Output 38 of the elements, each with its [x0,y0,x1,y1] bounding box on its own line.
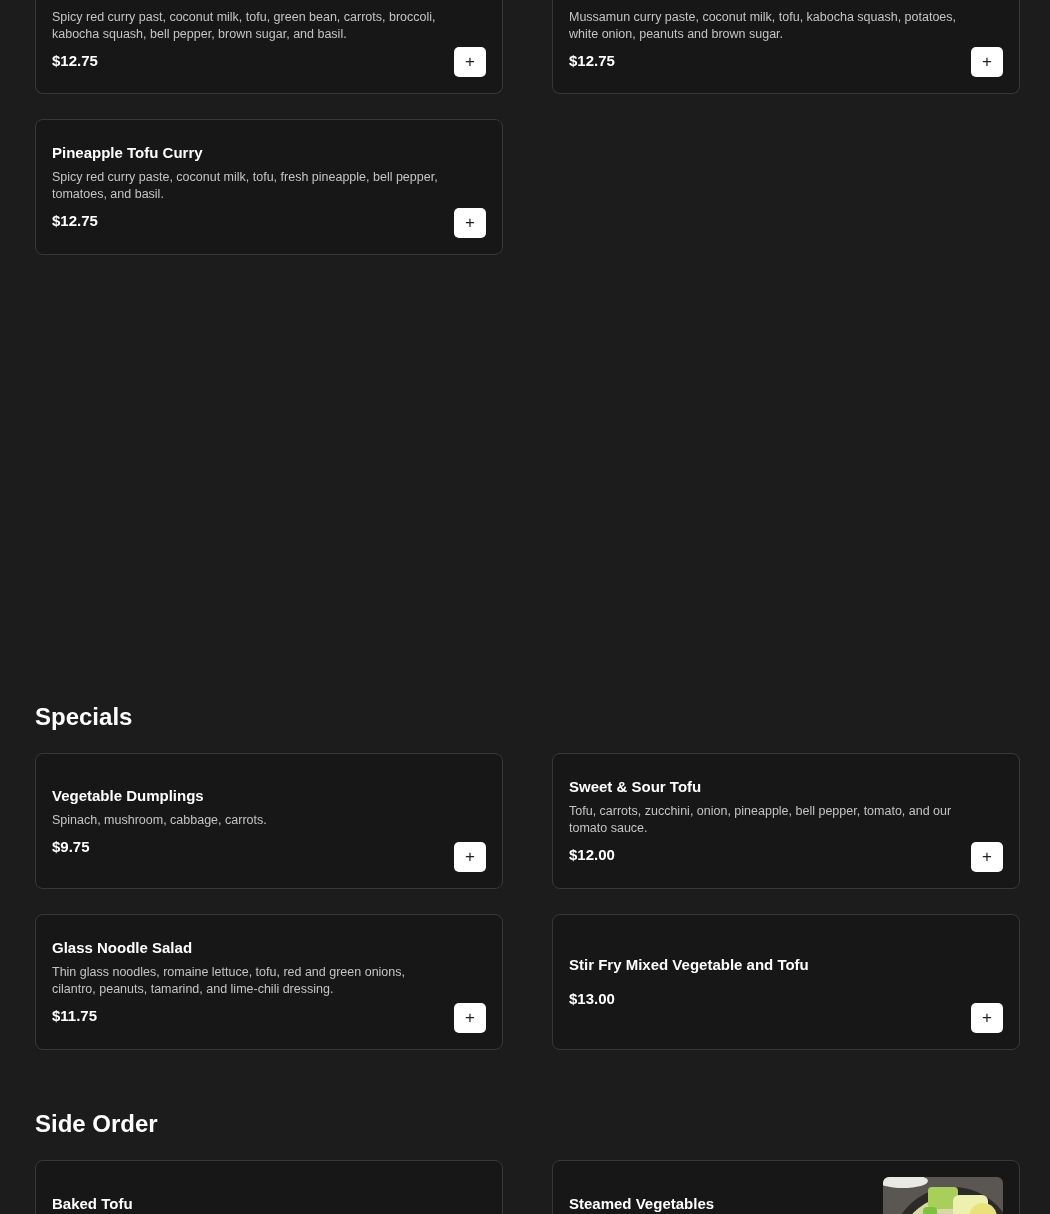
add-button[interactable]: + [454,208,486,238]
item-description: Thin glass noodles, romaine lettuce, tofu, red and green onions, cilantro, peanuts, tamarind, and lime-chili dressing. [52,964,406,998]
menu-card[interactable]: Pineapple Tofu Curry Spicy red curry paste, coconut milk, tofu, fresh pineapple, bell pepper, tomatoes, and basil. $12.75 + [35,119,503,255]
section-title: Side Order [35,1109,159,1139]
item-price: $12.75 [52,211,99,231]
menu-card[interactable]: Glass Noodle Salad Thin glass noodles, romaine lettuce, tofu, red and green onions, cilantro, peanuts, tamarind, and lime-chili dressing. $11.75 + [35,914,503,1050]
item-description: Mussamun curry paste, coconut milk, tofu, kabocha squash, potatoes, white onion, peanuts and brown sugar. [569,9,957,43]
item-description: Spicy red curry paste, coconut milk, tofu, fresh pineapple, bell pepper, tomatoes, and basil. [52,169,439,203]
menu-card[interactable]: Vegetable Dumplings Spinach, mushroom, cabbage, carrots. $9.75 + [35,753,503,889]
item-name: Pineapple Tofu Curry [52,143,204,163]
item-name: Baked Tofu [52,1194,134,1214]
section-title: Specials [35,702,134,732]
item-description: Tofu, carrots, zucchini, onion, pineapple, bell pepper, tomato, and our tomato sauce. [569,803,953,837]
item-price: $9.75 [52,836,91,857]
add-button[interactable]: + [971,842,1003,872]
item-name: Stir Fry Mixed Vegetable and Tofu [569,955,810,975]
add-button[interactable]: + [454,47,486,77]
item-description: Spicy red curry past, coconut milk, tofu, green bean, carrots, broccoli, kabocha squash, bell pepper, brown sugar, and basil. [52,9,437,43]
item-price: $12.00 [569,845,616,865]
menu-card[interactable]: Mussamun curry paste, coconut milk, tofu, kabocha squash, potatoes, white onion, peanuts and brown sugar. $12.75 + [552,0,1020,94]
item-description: Spinach, mushroom, cabbage, carrots. [52,811,268,829]
item-name: Sweet & Sour Tofu [569,777,703,797]
item-price: $11.75 [52,1006,99,1026]
menu-card[interactable]: Steamed Vegetables [552,1160,1020,1214]
menu-card[interactable]: Sweet & Sour Tofu Tofu, carrots, zucchini, onion, pineapple, bell pepper, tomato, and our tomato sauce. $12.00 + [552,753,1020,889]
item-name: Vegetable Dumplings [52,785,205,806]
menu-card[interactable]: Stir Fry Mixed Vegetable and Tofu $13.00 + [552,914,1020,1050]
add-button[interactable]: + [971,47,1003,77]
menu-card[interactable]: Spicy red curry past, coconut milk, tofu, green bean, carrots, broccoli, kabocha squash, bell pepper, brown sugar, and basil. $12.75 + [35,0,503,94]
item-price: $12.75 [52,51,99,71]
add-button[interactable]: + [971,1003,1003,1033]
add-button[interactable]: + [454,842,486,872]
item-name: Glass Noodle Salad [52,938,194,958]
menu-card[interactable]: Baked Tofu [35,1160,503,1214]
item-price: $13.00 [569,989,616,1009]
add-button[interactable]: + [454,1003,486,1033]
item-price: $12.75 [569,51,616,71]
item-name: Steamed Vegetables [569,1194,716,1214]
